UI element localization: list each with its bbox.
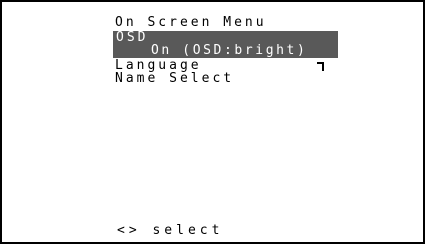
select-hint: <> select bbox=[117, 223, 224, 238]
menu-item-name-select[interactable]: Name Select bbox=[115, 72, 234, 86]
corner-marker-icon bbox=[317, 62, 324, 71]
osd-screen: On Screen Menu OSD On (OSD:bright) Langu… bbox=[0, 0, 425, 244]
menu-item-osd[interactable]: OSD On (OSD:bright) bbox=[113, 31, 338, 58]
menu-item-osd-value: On (OSD:bright) bbox=[151, 43, 308, 58]
menu-item-osd-label: OSD bbox=[116, 30, 149, 45]
menu-title: On Screen Menu bbox=[115, 15, 267, 30]
